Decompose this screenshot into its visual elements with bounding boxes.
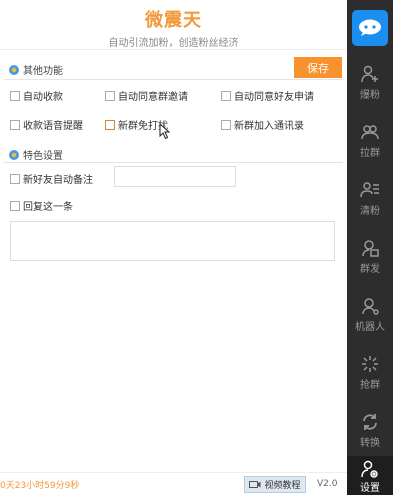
app-title: 微震天 [145, 10, 202, 31]
settings-icon [361, 460, 378, 478]
checkbox-label: 自动同意群邀请 [118, 92, 188, 103]
checkbox-label: 收款语音提醒 [23, 121, 83, 132]
reply-this-checkbox[interactable]: 回复这一条 [10, 198, 73, 213]
auto-accept-friend-checkbox[interactable]: 自动同意好友申请 [221, 88, 314, 103]
robot-icon [362, 298, 379, 315]
auto-collect-checkbox[interactable]: 自动收款 [10, 88, 63, 103]
nav-label: 设置 [360, 483, 380, 494]
auto-accept-group-checkbox[interactable]: 自动同意群邀请 [105, 88, 188, 103]
remark-input[interactable] [114, 166, 236, 187]
video-camera-icon [249, 481, 261, 488]
add-user-icon [361, 65, 378, 83]
group-icon [361, 125, 379, 140]
checkbox-box[interactable] [105, 119, 115, 130]
nav-label: 机器人 [355, 322, 385, 333]
checkbox-box[interactable] [105, 90, 115, 101]
section-other-functions: 其他功能 [8, 62, 63, 77]
mouse-cursor-icon [159, 123, 171, 140]
checkbox-label: 自动同意好友申请 [234, 92, 314, 103]
checkbox-box[interactable] [10, 173, 20, 184]
section-special-settings: 特色设置 [8, 147, 63, 162]
nav-label: 群发 [360, 264, 380, 275]
nav-item-broadcast[interactable]: 群发 [347, 232, 393, 290]
checkbox-box[interactable] [10, 90, 20, 101]
convert-icon [363, 414, 377, 430]
video-tutorial-button[interactable]: 视频教程 [244, 476, 306, 493]
nav-label: 转换 [360, 438, 380, 449]
nav-item-grab-group[interactable]: 抢群 [347, 348, 393, 406]
reply-textarea[interactable] [10, 221, 335, 261]
footer: 0天23小时59分9秒 视频教程 V2.0 [0, 472, 347, 495]
nav-label: 清粉 [360, 206, 380, 217]
checkbox-box[interactable] [10, 200, 20, 211]
nav-label: 抢群 [360, 380, 380, 391]
nav-label: 拉群 [360, 148, 380, 159]
auto-remark-checkbox[interactable]: 新好友自动备注 [10, 171, 93, 186]
checkbox-label: 新群加入通讯录 [234, 121, 304, 132]
nav-item-pull-group[interactable]: 拉群 [347, 116, 393, 174]
nav-item-settings[interactable]: 设置 [347, 456, 393, 495]
checkbox-box[interactable] [221, 119, 231, 130]
save-button[interactable]: 保存 [294, 57, 342, 78]
video-tutorial-label: 视频教程 [264, 481, 301, 491]
checkbox-box[interactable] [10, 119, 20, 130]
checkbox-label: 新好友自动备注 [23, 175, 93, 186]
new-group-contacts-checkbox[interactable]: 新群加入通讯录 [221, 117, 304, 132]
broadcast-icon [362, 240, 379, 257]
chat-bubble-icon [359, 19, 381, 36]
settings-globe-icon [9, 149, 19, 160]
user-list-icon [360, 182, 379, 198]
section-title: 特色设置 [23, 151, 63, 162]
settings-globe-icon [9, 64, 19, 75]
main-panel: 微震天 自动引流加粉，创造粉丝经济 其他功能 保存 自动收款 自动同意群邀请 自… [0, 0, 347, 495]
checkbox-box[interactable] [221, 90, 231, 101]
header: 微震天 自动引流加粉，创造粉丝经济 [0, 0, 347, 50]
remaining-time: 0天23小时59分9秒 [0, 481, 80, 491]
divider [4, 79, 343, 80]
grab-icon [362, 356, 378, 372]
checkbox-label: 自动收款 [23, 92, 63, 103]
nav-item-robot[interactable]: 机器人 [347, 290, 393, 348]
nav-item-clear-fans[interactable]: 清粉 [347, 174, 393, 232]
sidebar: 爆粉 拉群 清粉 群发 机器人 抢群 转换 设置 [347, 0, 393, 495]
voice-reminder-checkbox[interactable]: 收款语音提醒 [10, 117, 83, 132]
app-logo [352, 10, 388, 46]
checkbox-label: 回复这一条 [23, 202, 73, 213]
divider [4, 162, 343, 163]
app-subtitle: 自动引流加粉，创造粉丝经济 [108, 38, 239, 49]
nav-label: 爆粉 [360, 90, 380, 101]
nav-item-add-fans[interactable]: 爆粉 [347, 58, 393, 116]
section-title: 其他功能 [23, 66, 63, 77]
version-label: V2.0 [317, 479, 338, 489]
